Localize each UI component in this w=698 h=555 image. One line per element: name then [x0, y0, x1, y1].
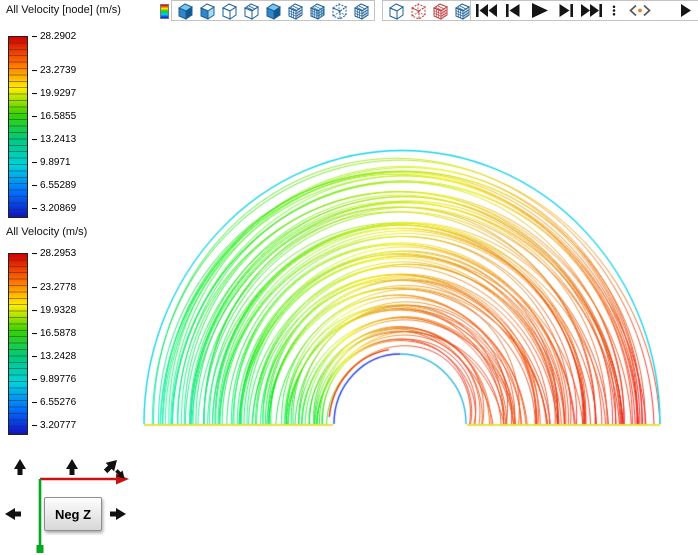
tick-mark — [32, 333, 37, 334]
legend-tick: 6.55289 — [32, 180, 76, 191]
tick-value: 28.2902 — [40, 31, 76, 42]
tick-mark — [32, 162, 37, 163]
half-shaded-cube-icon[interactable] — [196, 1, 218, 21]
tick-value: 23.2778 — [40, 282, 76, 293]
shaded-cube-icon[interactable] — [174, 1, 196, 21]
legend-tick: 19.9328 — [32, 305, 76, 316]
tick-value: 28.2953 — [40, 248, 76, 259]
clipped-edge-button[interactable] — [677, 1, 698, 21]
more-options-button[interactable] — [605, 1, 623, 21]
tick-value: 13.2413 — [40, 134, 76, 145]
clip-cube-icon[interactable] — [385, 1, 407, 21]
legend-tick: 9.8971 — [32, 157, 71, 168]
tick-mark — [32, 36, 37, 37]
mesh-cube-icon[interactable] — [306, 1, 328, 21]
colorbar — [8, 253, 28, 435]
red-grid-cube-icon[interactable] — [429, 1, 451, 21]
red-wire-cube-icon[interactable] — [407, 1, 429, 21]
next-frame-button[interactable] — [552, 1, 578, 21]
legend-tick: 19.9297 — [32, 88, 76, 99]
tick-mark — [32, 253, 37, 254]
tick-value: 9.89776 — [40, 374, 76, 385]
solid-cube-icon[interactable] — [262, 1, 284, 21]
playback-toolbar — [470, 0, 698, 21]
legend-tick: 13.2413 — [32, 134, 76, 145]
tick-value: 3.20777 — [40, 420, 76, 431]
legend-tick: 16.5855 — [32, 111, 76, 122]
tick-value: 6.55276 — [40, 397, 76, 408]
rotate-right-arrow[interactable] — [110, 508, 126, 520]
legend-tick: 23.2739 — [32, 65, 76, 76]
tick-mark — [32, 379, 37, 380]
tick-mark — [32, 139, 37, 140]
code-view-button[interactable] — [623, 1, 656, 21]
face-grid-cube-icon[interactable] — [284, 1, 306, 21]
tick-value: 19.9328 — [40, 305, 76, 316]
rotate-up-arrow[interactable] — [14, 459, 26, 475]
legend-title: All Velocity (m/s) — [6, 226, 87, 238]
play-button[interactable] — [526, 1, 552, 21]
colorbar-ticks: 28.295323.277819.932816.587813.24289.897… — [32, 253, 118, 435]
prev-frame-button[interactable] — [499, 1, 525, 21]
tick-mark — [32, 70, 37, 71]
legend-tick: 3.20777 — [32, 420, 76, 431]
tick-mark — [32, 287, 37, 288]
legend-tick: 28.2902 — [32, 31, 76, 42]
tick-value: 9.8971 — [40, 157, 71, 168]
tick-mark — [32, 116, 37, 117]
mini-colorbar-icon — [160, 4, 169, 19]
legend-tick: 13.2428 — [32, 351, 76, 362]
tick-value: 6.55289 — [40, 180, 76, 191]
skip-first-button[interactable] — [473, 1, 499, 21]
tick-mark — [32, 402, 37, 403]
tick-value: 16.5878 — [40, 328, 76, 339]
tick-mark — [32, 356, 37, 357]
colorbar — [8, 36, 28, 218]
tick-mark — [32, 425, 37, 426]
legend-tick: 3.20869 — [32, 203, 76, 214]
tick-value: 16.5855 — [40, 111, 76, 122]
tick-mark — [32, 185, 37, 186]
tilt-up-arrow[interactable] — [66, 459, 78, 475]
view-direction-button[interactable]: Neg Z — [44, 497, 102, 531]
tick-mark — [32, 310, 37, 311]
colorbar-ticks: 28.290223.273919.929716.585513.24139.897… — [32, 36, 118, 218]
top-toolbar: All Velocity [node] (m/s) — [0, 0, 698, 22]
y-axis-end-marker — [37, 545, 44, 553]
tick-value: 19.9297 — [40, 88, 76, 99]
tick-mark — [32, 93, 37, 94]
tick-value: 3.20869 — [40, 203, 76, 214]
top-grid-cube-icon[interactable] — [240, 1, 262, 21]
legend-tick: 6.55276 — [32, 397, 76, 408]
outline-cube-icon[interactable] — [218, 1, 240, 21]
section-toolbar — [382, 0, 476, 21]
grid-cube-icon[interactable] — [350, 1, 372, 21]
legend-tick: 16.5878 — [32, 328, 76, 339]
tick-value: 13.2428 — [40, 351, 76, 362]
rotate-left-arrow[interactable] — [5, 508, 21, 520]
view-style-toolbar — [171, 0, 375, 21]
tick-mark — [32, 208, 37, 209]
legend-title-node: All Velocity [node] (m/s) — [6, 4, 121, 16]
skip-last-button[interactable] — [579, 1, 605, 21]
wireframe-cube-icon[interactable] — [328, 1, 350, 21]
application-window: All Velocity [node] (m/s) 28.2902 23.2739… — [0, 0, 698, 555]
legend-tick: 9.89776 — [32, 374, 76, 385]
legend-tick: 23.2778 — [32, 282, 76, 293]
tick-value: 23.2739 — [40, 65, 76, 76]
legend-tick: 28.2953 — [32, 248, 76, 259]
